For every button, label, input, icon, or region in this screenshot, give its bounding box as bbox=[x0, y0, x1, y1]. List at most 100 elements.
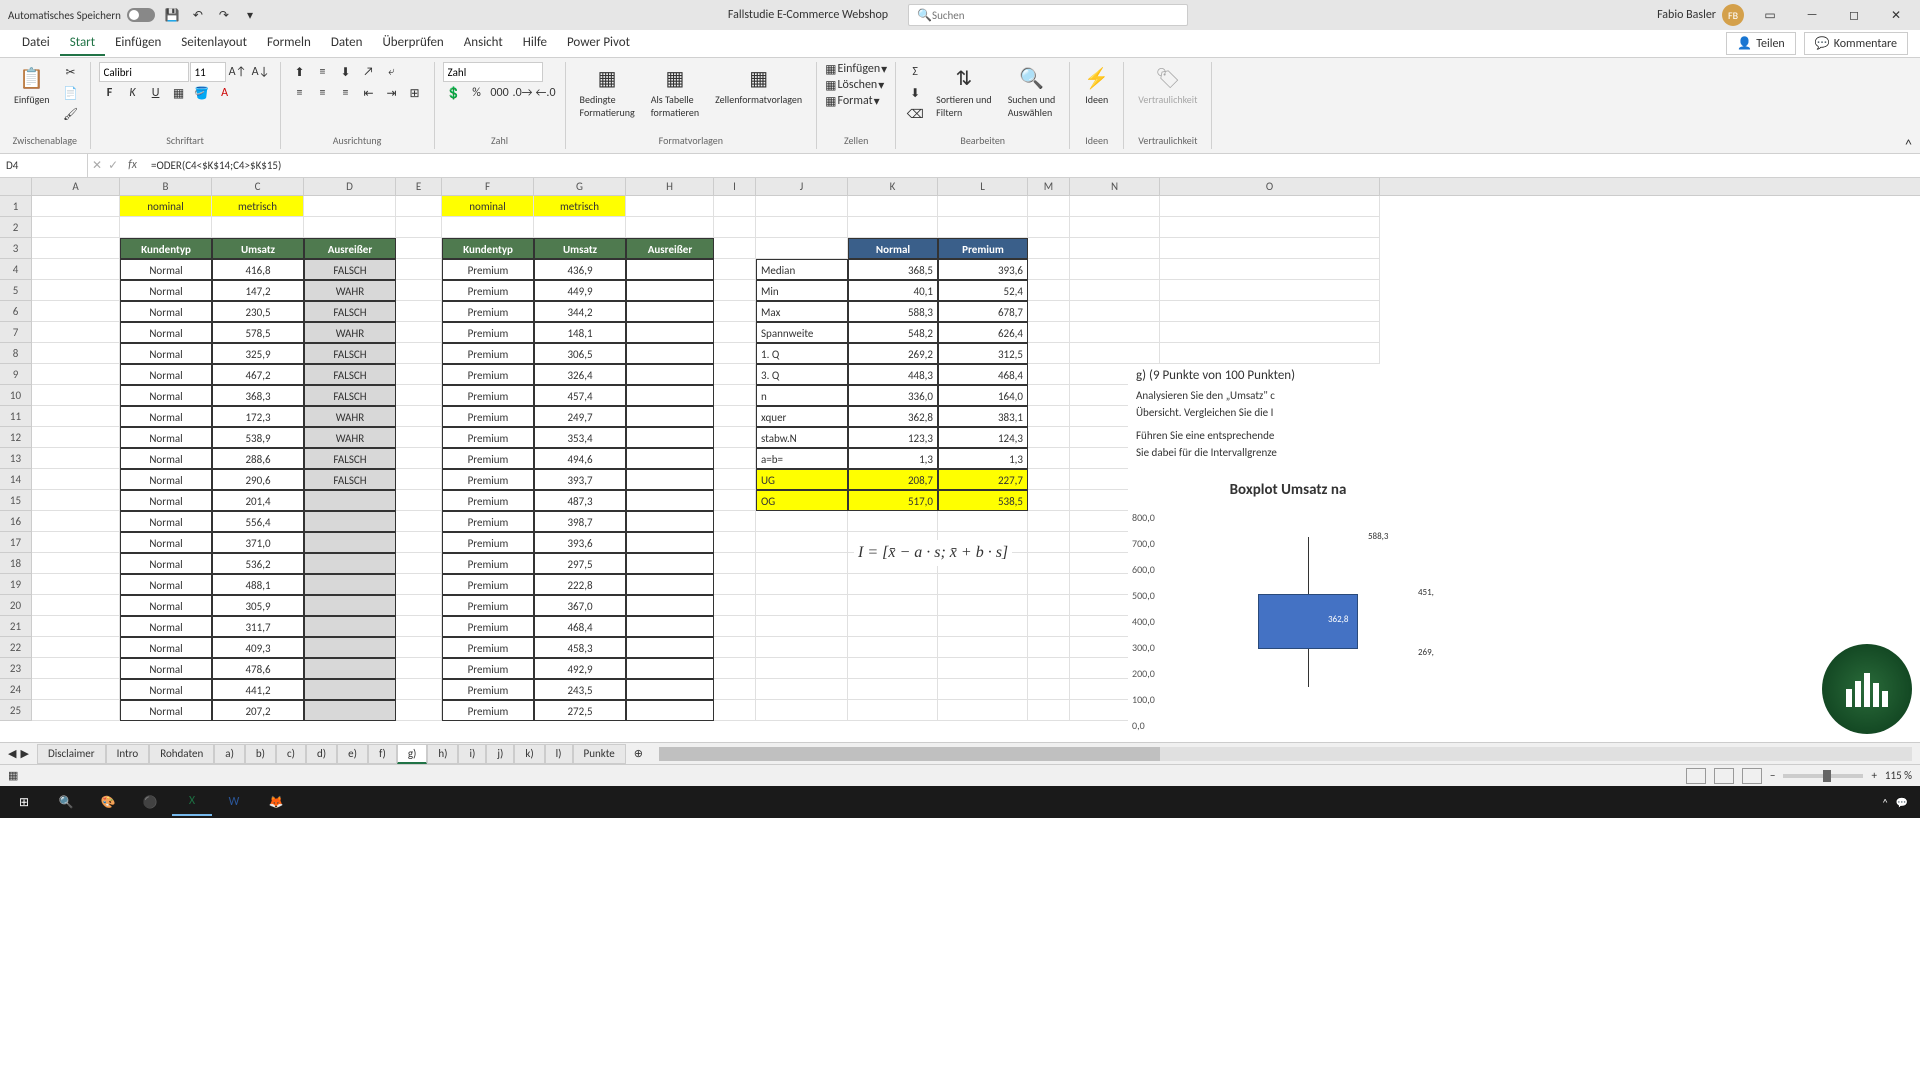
underline-icon[interactable]: U bbox=[145, 83, 167, 103]
cell[interactable] bbox=[714, 385, 756, 406]
table-cell[interactable] bbox=[626, 259, 714, 280]
orientation-icon[interactable]: ↗ bbox=[358, 62, 380, 82]
table-cell[interactable]: Premium bbox=[442, 301, 534, 322]
cell[interactable] bbox=[1028, 469, 1070, 490]
stat-value[interactable]: 393,6 bbox=[938, 259, 1028, 280]
row-header[interactable]: 4 bbox=[0, 259, 32, 280]
row-header[interactable]: 25 bbox=[0, 700, 32, 721]
table-cell[interactable]: Normal bbox=[120, 532, 212, 553]
table-cell[interactable]: Premium bbox=[442, 406, 534, 427]
table-cell[interactable] bbox=[304, 532, 396, 553]
table-cell[interactable]: FALSCH bbox=[304, 364, 396, 385]
table-cell[interactable] bbox=[626, 448, 714, 469]
tab-start[interactable]: Start bbox=[60, 31, 105, 56]
table-cell[interactable]: 325,9 bbox=[212, 343, 304, 364]
cell[interactable] bbox=[1028, 511, 1070, 532]
comments-button[interactable]: 💬 Kommentare bbox=[1804, 32, 1908, 55]
table-cell[interactable] bbox=[626, 406, 714, 427]
cell[interactable] bbox=[32, 595, 120, 616]
ribbon-mode-icon[interactable]: ▭ bbox=[1754, 3, 1786, 27]
cell[interactable] bbox=[1070, 259, 1160, 280]
stat-label[interactable]: n bbox=[756, 385, 848, 406]
stat-value[interactable]: 383,1 bbox=[938, 406, 1028, 427]
stat-value[interactable]: 368,5 bbox=[848, 259, 938, 280]
cell[interactable] bbox=[848, 574, 938, 595]
stat-value[interactable]: 362,8 bbox=[848, 406, 938, 427]
cell[interactable] bbox=[396, 469, 442, 490]
table-cell[interactable] bbox=[304, 679, 396, 700]
column-header[interactable]: G bbox=[534, 178, 626, 195]
cell[interactable] bbox=[756, 553, 848, 574]
cell[interactable] bbox=[848, 217, 938, 238]
table-cell[interactable]: Premium bbox=[442, 553, 534, 574]
cell[interactable] bbox=[1028, 280, 1070, 301]
column-header[interactable]: N bbox=[1070, 178, 1160, 195]
sheet-tab[interactable]: a) bbox=[214, 744, 245, 764]
table-cell[interactable]: 147,2 bbox=[212, 280, 304, 301]
column-header[interactable]: A bbox=[32, 178, 120, 195]
row-header[interactable]: 18 bbox=[0, 553, 32, 574]
app-icon[interactable]: 🎨 bbox=[88, 788, 128, 816]
select-all-corner[interactable] bbox=[0, 178, 32, 195]
paste-button[interactable]: 📋Einfügen bbox=[8, 62, 56, 110]
row-header[interactable]: 17 bbox=[0, 532, 32, 553]
table-cell[interactable]: Normal bbox=[120, 595, 212, 616]
stat-value[interactable]: 52,4 bbox=[938, 280, 1028, 301]
table-cell[interactable]: FALSCH bbox=[304, 385, 396, 406]
row-header[interactable]: 3 bbox=[0, 238, 32, 259]
cell[interactable] bbox=[714, 469, 756, 490]
cell[interactable] bbox=[396, 427, 442, 448]
table-cell[interactable] bbox=[304, 490, 396, 511]
table-cell[interactable] bbox=[626, 637, 714, 658]
maximize-icon[interactable]: ◻ bbox=[1838, 3, 1870, 27]
align-left-icon[interactable]: ≡ bbox=[289, 83, 311, 103]
table-cell[interactable] bbox=[626, 490, 714, 511]
cell[interactable] bbox=[396, 616, 442, 637]
row-header[interactable]: 22 bbox=[0, 637, 32, 658]
cell[interactable] bbox=[32, 616, 120, 637]
tab-daten[interactable]: Daten bbox=[321, 31, 373, 56]
cell[interactable] bbox=[396, 280, 442, 301]
cell[interactable] bbox=[1028, 553, 1070, 574]
column-header[interactable]: B bbox=[120, 178, 212, 195]
cell[interactable] bbox=[396, 448, 442, 469]
stat-label[interactable]: Median bbox=[756, 259, 848, 280]
cell[interactable] bbox=[756, 238, 848, 259]
table-cell[interactable]: Premium bbox=[442, 448, 534, 469]
table-cell[interactable] bbox=[626, 385, 714, 406]
row-header[interactable]: 5 bbox=[0, 280, 32, 301]
stat-label[interactable]: UG bbox=[756, 469, 848, 490]
table-cell[interactable]: 416,8 bbox=[212, 259, 304, 280]
stat-value[interactable]: 269,2 bbox=[848, 343, 938, 364]
cell[interactable] bbox=[396, 700, 442, 721]
col-kundentyp[interactable]: Kundentyp bbox=[442, 238, 534, 259]
table-cell[interactable]: Normal bbox=[120, 427, 212, 448]
cell[interactable] bbox=[32, 532, 120, 553]
cell[interactable] bbox=[756, 217, 848, 238]
cell[interactable] bbox=[32, 427, 120, 448]
table-cell[interactable]: 436,9 bbox=[534, 259, 626, 280]
cell[interactable] bbox=[714, 406, 756, 427]
cell[interactable] bbox=[714, 616, 756, 637]
cell[interactable] bbox=[1028, 427, 1070, 448]
cell[interactable] bbox=[848, 616, 938, 637]
row-header[interactable]: 15 bbox=[0, 490, 32, 511]
word-icon[interactable]: W bbox=[214, 788, 254, 816]
sheet-tab[interactable]: j) bbox=[486, 744, 514, 764]
table-cell[interactable]: Premium bbox=[442, 532, 534, 553]
name-box[interactable]: D4 bbox=[0, 154, 88, 177]
formula-input[interactable]: =ODER(C4<$K$14;C4>$K$15) bbox=[145, 159, 1920, 172]
italic-icon[interactable]: K bbox=[122, 83, 144, 103]
row-header[interactable]: 14 bbox=[0, 469, 32, 490]
table-cell[interactable]: 272,5 bbox=[534, 700, 626, 721]
wrap-text-icon[interactable]: ⤶ bbox=[381, 62, 403, 82]
table-cell[interactable]: Premium bbox=[442, 700, 534, 721]
table-cell[interactable] bbox=[626, 364, 714, 385]
page-layout-view-icon[interactable] bbox=[1714, 768, 1734, 784]
search-input[interactable] bbox=[932, 9, 1179, 22]
row-header[interactable]: 7 bbox=[0, 322, 32, 343]
cell[interactable] bbox=[212, 217, 304, 238]
cell[interactable] bbox=[396, 511, 442, 532]
cell[interactable] bbox=[396, 658, 442, 679]
comma-icon[interactable]: 000 bbox=[489, 83, 511, 103]
